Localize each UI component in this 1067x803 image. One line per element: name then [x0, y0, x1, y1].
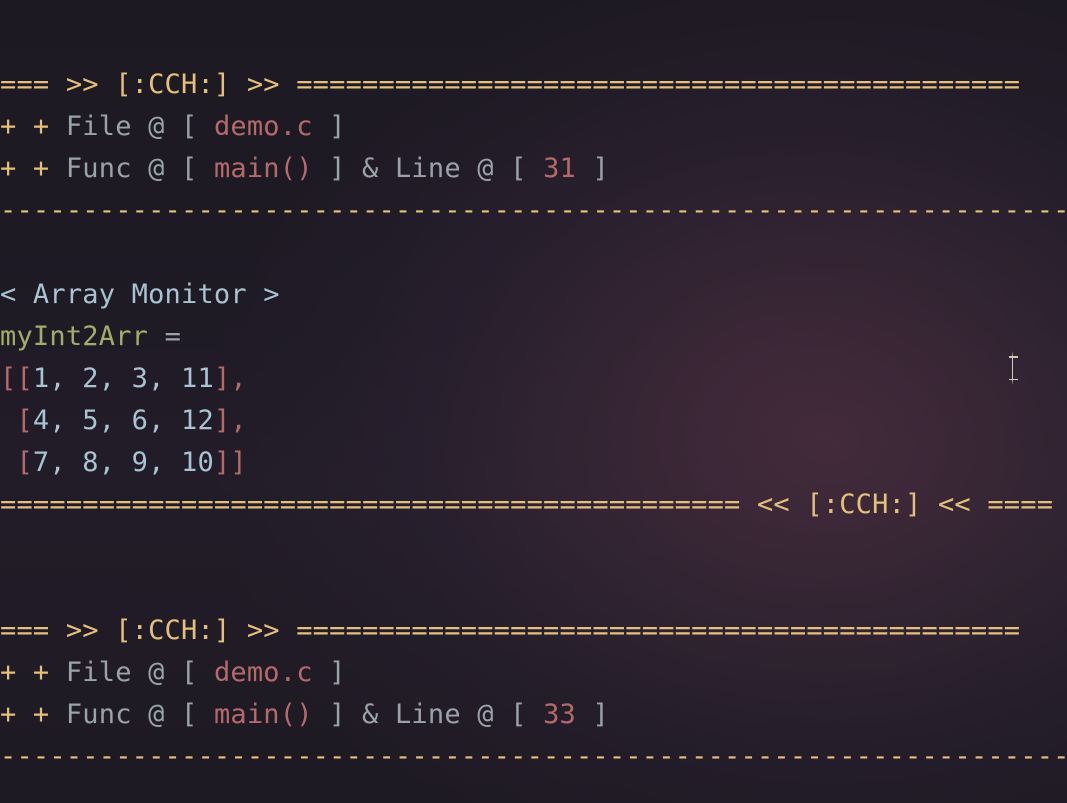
row1-nums: 4, 5, 6, 12	[33, 405, 214, 436]
terminal-output[interactable]: === >> [:CCH:] >> ======================…	[0, 0, 1067, 803]
func-label: Func @ [	[66, 699, 214, 730]
func-mid: ] & Line @ [	[313, 699, 543, 730]
plus-prefix: + +	[0, 657, 66, 688]
block1-header-open: === >> [:CCH:] >> ======================…	[0, 69, 1020, 100]
row2-close: ]]	[214, 447, 247, 478]
section-title: < Array Monitor >	[0, 279, 280, 310]
var-name: myInt2Arr	[0, 321, 148, 352]
file-value: demo.c	[214, 111, 313, 142]
func-value: main()	[214, 153, 313, 184]
dash-sep: ----------------------------------------…	[0, 195, 1067, 226]
line-value: 33	[543, 699, 576, 730]
block2-header-open: === >> [:CCH:] >> ======================…	[0, 615, 1020, 646]
line-value: 31	[543, 153, 576, 184]
line-close: ]	[576, 699, 609, 730]
line-close: ]	[576, 153, 609, 184]
row2-nums: 7, 8, 9, 10	[33, 447, 214, 478]
equals: =	[148, 321, 181, 352]
file-value: demo.c	[214, 657, 313, 688]
file-close: ]	[313, 111, 346, 142]
func-label: Func @ [	[66, 153, 214, 184]
plus-prefix: + +	[0, 111, 66, 142]
block1-header-close: ========================================…	[0, 489, 1053, 520]
text-cursor-icon	[1012, 351, 1014, 385]
file-label: File @ [	[66, 111, 214, 142]
row1-open: [	[0, 405, 33, 436]
func-value: main()	[214, 699, 313, 730]
func-mid: ] & Line @ [	[313, 153, 543, 184]
dash-sep: ----------------------------------------…	[0, 741, 1067, 772]
row2-open: [	[0, 447, 33, 478]
row0-nums: 1, 2, 3, 11	[33, 363, 214, 394]
row1-close: ],	[214, 405, 247, 436]
row0-close: ],	[214, 363, 247, 394]
file-label: File @ [	[66, 657, 214, 688]
plus-prefix: + +	[0, 699, 66, 730]
row0-open: [[	[0, 363, 33, 394]
plus-prefix: + +	[0, 153, 66, 184]
file-close: ]	[313, 657, 346, 688]
